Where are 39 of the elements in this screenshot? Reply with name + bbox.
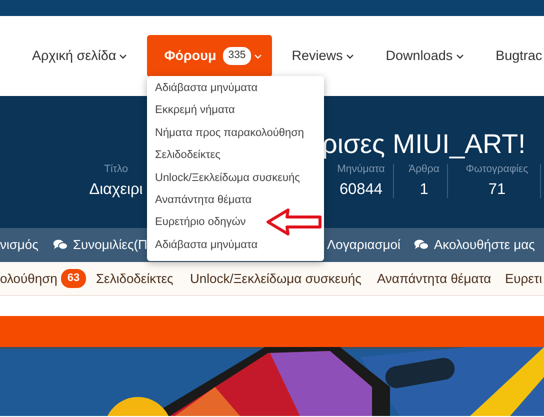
nav-link[interactable]: Ακολουθήστε μας	[414, 235, 535, 255]
menu-item[interactable]: Unlock/Ξεκλείδωμα συσκευής	[147, 166, 324, 190]
caret-icon	[346, 54, 354, 58]
nav-link[interactable]: Λογαριασμοί	[327, 235, 400, 255]
stat-value: 60844	[338, 180, 384, 200]
menu-item[interactable]: Αναπάντητα θέματα	[147, 189, 324, 212]
stat-value: Διαχειρι	[89, 180, 143, 200]
nav-link[interactable]: Unlock/Ξεκλείδωμα συσκευής	[190, 268, 362, 288]
nav-tab[interactable]: Αρχική σελίδα	[20, 34, 140, 78]
menu-item[interactable]: Αδιάβαστα μηνύματα	[147, 77, 324, 100]
count-badge: 335	[223, 47, 251, 65]
caret-icon	[119, 54, 128, 58]
stat-label: Τίτλο	[103, 162, 129, 177]
chat-icon	[414, 239, 429, 251]
nav-tab[interactable]: Downloads	[374, 34, 476, 78]
nav-link[interactable]: Ευρετι	[505, 268, 542, 288]
menu-item[interactable]: Ευρετήριο οδηγών	[147, 211, 324, 234]
menu-item[interactable]: Εκκρεμή νήματα	[147, 99, 324, 122]
chat-icon	[53, 239, 68, 251]
nav-link[interactable]: Συνομιλίες(Π	[53, 235, 148, 255]
nav-tab[interactable]: Bugtrac	[484, 34, 544, 78]
count-badge: 63	[61, 269, 86, 288]
nav-link[interactable]: Σελιδοδείκτες	[96, 268, 174, 288]
welcome-title: ρισες MIUI_ART!	[322, 128, 526, 161]
nav-tab[interactable]: Reviews	[280, 34, 366, 78]
menu-item[interactable]: Αδιάβαστα μηνύματα	[147, 234, 324, 256]
stat-label: Φωτογραφίες	[466, 162, 528, 177]
stat-value: 1	[418, 180, 430, 200]
stat-label: Μηνύματα	[337, 162, 385, 177]
nav-link[interactable]: νισμός	[0, 235, 38, 255]
caret-icon	[254, 54, 262, 58]
caret-icon	[456, 54, 464, 58]
nav-tab[interactable]: Φόρουμ 335	[147, 34, 272, 78]
menu-item[interactable]: Νήματα προς παρακολούθηση	[147, 122, 324, 144]
menu-item[interactable]: Σελιδοδείκτες	[147, 144, 324, 167]
nav-link[interactable]: ολούθηση 63	[0, 268, 86, 288]
nav-link[interactable]: Αναπάντητα θέματα	[377, 268, 492, 288]
stat-label: Άρθρα	[408, 162, 440, 177]
stat-value: 71	[487, 180, 507, 200]
